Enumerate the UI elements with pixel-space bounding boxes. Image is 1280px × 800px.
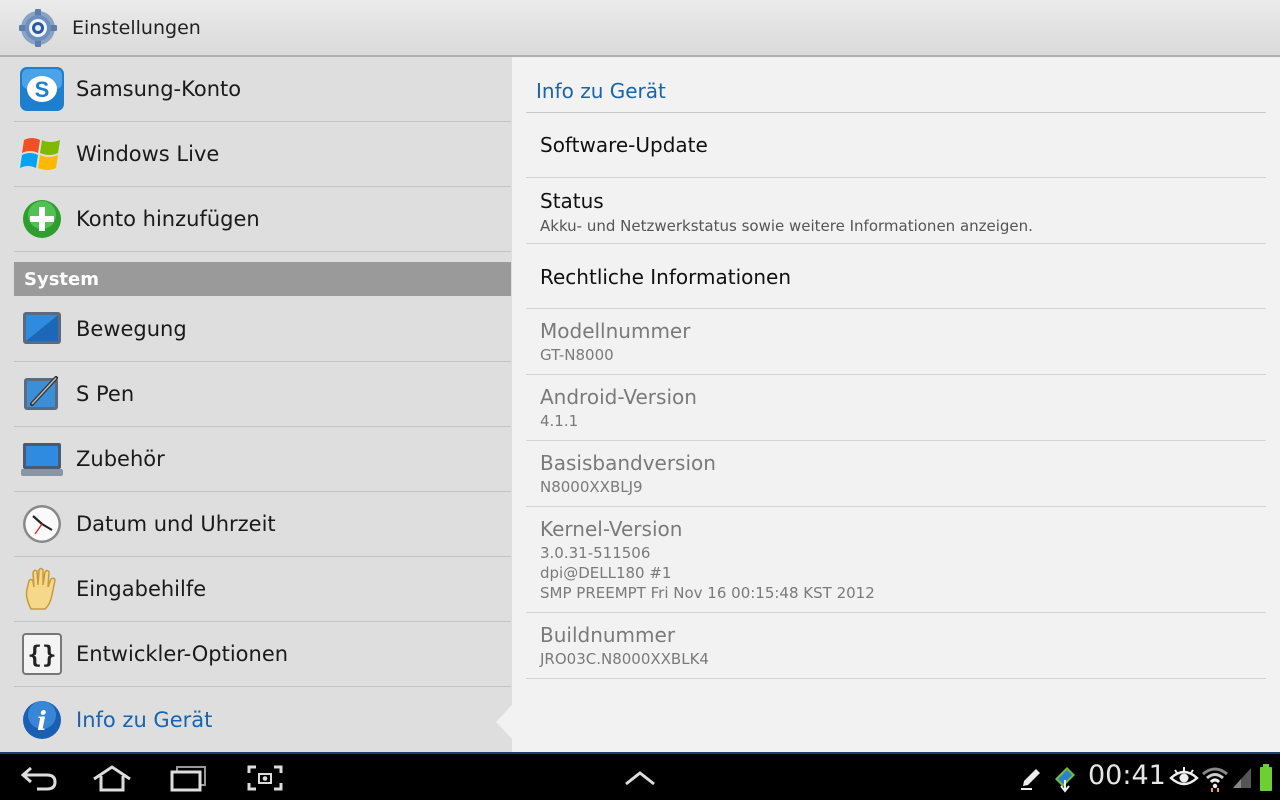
s-pen-icon [18, 370, 66, 418]
recent-apps-icon[interactable] [163, 762, 213, 794]
battery-icon [1252, 762, 1280, 794]
add-account-icon [18, 195, 66, 243]
left-item-label: Info zu Gerät [76, 707, 213, 732]
item-summary-line: dpi@DELL180 #1 [540, 564, 672, 582]
home-icon[interactable] [87, 762, 137, 794]
item-status[interactable]: Status Akku- und Netzwerkstatus sowie we… [526, 178, 1266, 244]
left-item-label: Entwickler-Optionen [76, 642, 289, 666]
status-clock: 00:41 [1088, 760, 1166, 791]
left-item-label: S Pen [76, 382, 135, 406]
left-item-label: Eingabehilfe [76, 577, 207, 601]
item-title: Rechtliche Informationen [540, 265, 792, 289]
clock-icon [18, 500, 66, 548]
item-basisbandversion: Basisbandversion N8000XXBLJ9 [526, 441, 1266, 507]
left-item-label: Samsung-Konto [76, 77, 242, 101]
left-item-info-zu-geraet[interactable]: i Info zu Gerät [14, 687, 511, 752]
detail-header: Info zu Gerät [526, 79, 1266, 113]
left-item-entwickler-optionen[interactable]: {} Entwickler-Optionen [14, 622, 511, 687]
item-rechtliche-informationen[interactable]: Rechtliche Informationen [526, 244, 1266, 309]
item-summary: N8000XXBLJ9 [540, 478, 643, 496]
left-item-zubehoer[interactable]: Zubehör [14, 427, 511, 492]
item-buildnummer: Buildnummer JRO03C.N8000XXBLK4 [526, 613, 1266, 679]
motion-icon [18, 305, 66, 353]
item-summary-line: 3.0.31-511506 [540, 544, 651, 562]
screenshot-icon[interactable] [240, 762, 290, 794]
item-summary-line: SMP PREEMPT Fri Nov 16 00:15:48 KST 2012 [540, 584, 875, 602]
developer-braces-icon: {} [18, 630, 66, 678]
selection-pointer [496, 705, 512, 739]
item-title: Buildnummer [540, 623, 676, 647]
left-item-konto-hinzufuegen[interactable]: Konto hinzufügen [14, 187, 511, 252]
left-item-bewegung[interactable]: Bewegung [14, 297, 511, 362]
left-item-samsung-konto[interactable]: S Samsung-Konto [14, 57, 511, 122]
item-summary: Akku- und Netzwerkstatus sowie weitere I… [540, 217, 1033, 235]
settings-gear-icon[interactable] [18, 8, 58, 48]
chevron-up-icon[interactable] [615, 762, 665, 794]
item-title: Android-Version [540, 385, 697, 409]
item-title: Software-Update [540, 133, 708, 157]
left-item-label: Windows Live [76, 142, 220, 166]
item-android-version: Android-Version 4.1.1 [526, 375, 1266, 441]
detail-panel: Info zu Gerät Software-Update Status Akk… [512, 57, 1280, 752]
left-item-s-pen[interactable]: S Pen [14, 362, 511, 427]
action-bar: Einstellungen [0, 0, 1280, 57]
svg-text:i: i [37, 707, 47, 737]
item-summary: 4.1.1 [540, 412, 579, 430]
item-modellnummer: Modellnummer GT-N8000 [526, 309, 1266, 375]
download-icon[interactable] [1040, 762, 1090, 794]
back-icon[interactable] [14, 762, 64, 794]
left-item-label: Bewegung [76, 317, 187, 341]
windows-live-icon [18, 130, 66, 178]
svg-text:S: S [35, 77, 50, 102]
left-item-datum-uhrzeit[interactable]: Datum und Uhrzeit [14, 492, 511, 557]
item-title: Modellnummer [540, 319, 691, 343]
item-title: Status [540, 189, 604, 213]
svg-text:{}: {} [28, 641, 57, 669]
app-title: Einstellungen [72, 16, 201, 39]
item-software-update[interactable]: Software-Update [526, 114, 1266, 178]
item-title: Basisbandversion [540, 451, 716, 475]
left-item-eingabehilfe[interactable]: Eingabehilfe [14, 557, 511, 622]
settings-categories-panel: S Samsung-Konto Windows Live Konto hinzu… [0, 57, 512, 752]
left-item-label: Datum und Uhrzeit [76, 512, 276, 536]
section-header-system: System [14, 262, 511, 296]
left-item-label: Konto hinzufügen [76, 207, 260, 231]
system-bar: 00:41 [0, 752, 1280, 800]
item-summary: JRO03C.N8000XXBLK4 [540, 650, 709, 668]
accessory-icon [18, 435, 66, 483]
item-summary: GT-N8000 [540, 346, 614, 364]
info-icon: i [18, 696, 66, 744]
item-kernel-version: Kernel-Version 3.0.31-511506 dpi@DELL180… [526, 507, 1266, 613]
left-item-label: Zubehör [76, 447, 165, 471]
accessibility-hand-icon [18, 565, 66, 613]
samsung-account-icon: S [18, 65, 66, 113]
item-title: Kernel-Version [540, 517, 683, 541]
left-item-windows-live[interactable]: Windows Live [14, 122, 511, 187]
